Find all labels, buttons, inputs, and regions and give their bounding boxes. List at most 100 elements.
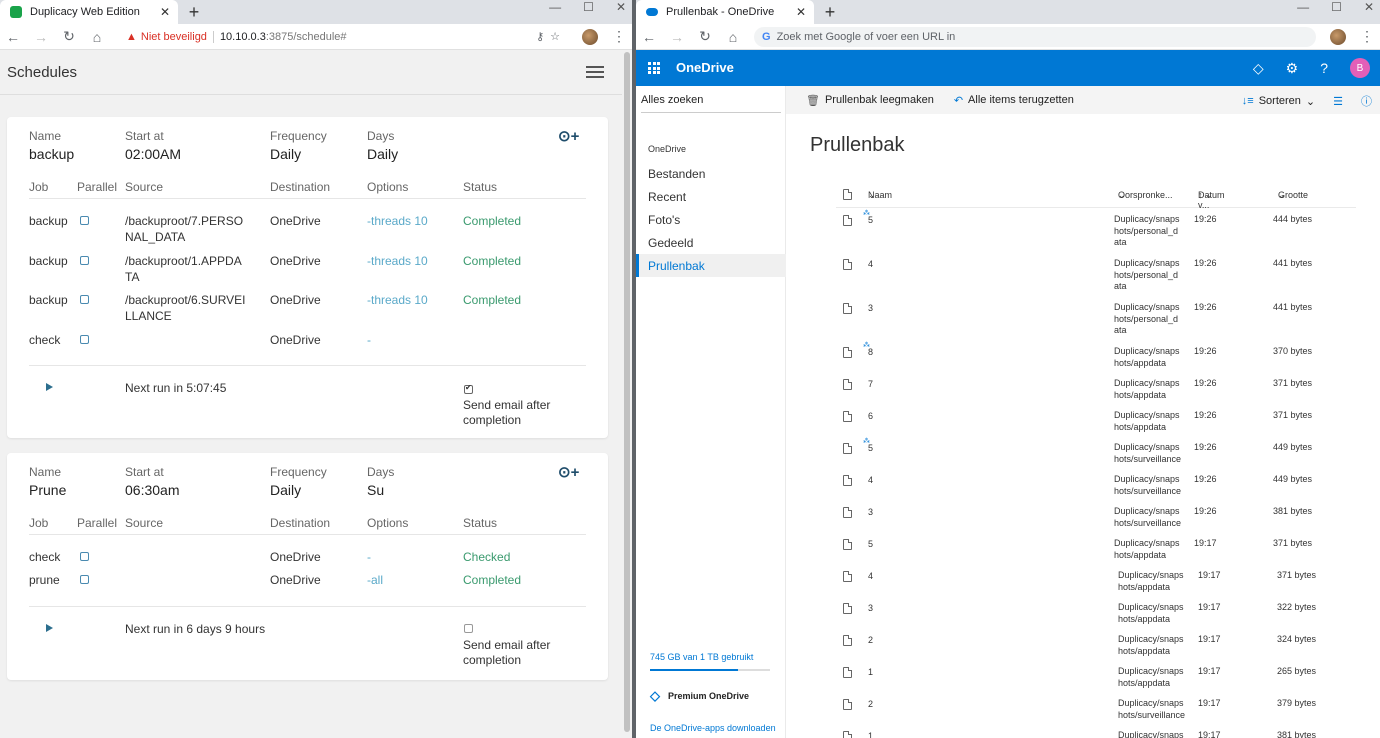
file-name[interactable]: 2	[868, 635, 873, 645]
menu-dots-icon[interactable]: ⋮	[612, 28, 626, 45]
app-launcher-icon[interactable]	[648, 62, 660, 74]
col-date[interactable]: Datum v... ↑ ⌄	[1198, 190, 1225, 210]
vertical-scrollbar[interactable]	[622, 50, 632, 738]
file-name[interactable]: 1	[868, 731, 873, 738]
file-name[interactable]: 5	[868, 443, 873, 453]
send-email-checkbox[interactable]	[464, 624, 473, 633]
star-icon[interactable]: ☆	[550, 30, 560, 43]
user-avatar[interactable]: B	[1350, 58, 1370, 78]
search-all-input[interactable]: Alles zoeken	[641, 94, 781, 113]
address-bar[interactable]: ▲ Niet beveiligd 10.10.0.3:3875/schedule#…	[118, 27, 568, 47]
options-link[interactable]: -threads 10	[367, 293, 428, 307]
gear-icon[interactable]: ⚙	[1286, 60, 1299, 77]
nav-item-prullenbak[interactable]: Prullenbak	[636, 254, 786, 277]
scrollbar-thumb[interactable]	[624, 52, 630, 732]
menu-dots-icon[interactable]: ⋮	[1360, 28, 1374, 45]
run-now-play-icon[interactable]	[46, 624, 53, 632]
tab-onedrive[interactable]: Prullenbak - OneDrive ✕	[636, 0, 814, 24]
file-name[interactable]: 5	[868, 215, 873, 225]
maximize-icon[interactable]: ☐	[1331, 0, 1342, 14]
file-name[interactable]: 3	[868, 603, 873, 613]
add-job-clock-icon[interactable]: ⊙+	[558, 463, 579, 481]
back-icon[interactable]: ←	[642, 29, 656, 45]
restore-all-button[interactable]: ↶ Alle items terugzetten	[954, 94, 1074, 107]
hamburger-menu-icon[interactable]	[586, 66, 604, 78]
add-job-clock-icon[interactable]: ⊙+	[558, 127, 579, 145]
key-icon[interactable]: ⚷	[536, 30, 544, 43]
home-icon[interactable]: ⌂	[90, 29, 104, 45]
parallel-checkbox[interactable]	[80, 295, 89, 304]
col-origin[interactable]: Oorspronke... ⌄	[1118, 190, 1173, 201]
parallel-checkbox[interactable]	[80, 575, 89, 584]
sort-button[interactable]: ↓≡ Sorteren ⌄	[1242, 95, 1315, 108]
back-icon[interactable]: ←	[6, 29, 20, 45]
table-row[interactable]: check OneDrive - Checked	[7, 550, 608, 568]
nav-item-gedeeld[interactable]: Gedeeld	[636, 231, 786, 254]
parallel-checkbox[interactable]	[80, 335, 89, 344]
table-row[interactable]: backup /backuproot/7.PERSO NAL_DATA OneD…	[7, 214, 608, 244]
download-apps-link[interactable]: De OneDrive-apps downloaden	[650, 723, 776, 733]
empty-recycle-bin-button[interactable]: 🗑 Prullenbak leegmaken	[806, 94, 934, 107]
reload-icon[interactable]: ↻	[698, 28, 712, 45]
options-link[interactable]: -all	[367, 573, 383, 587]
info-icon[interactable]: ⓘ	[1361, 93, 1372, 109]
profile-avatar[interactable]	[1330, 28, 1346, 45]
close-tab-icon[interactable]: ✕	[794, 5, 808, 19]
run-now-play-icon[interactable]	[46, 383, 53, 391]
close-window-icon[interactable]: ✕	[1364, 0, 1374, 14]
new-tab-icon[interactable]: +	[820, 2, 840, 23]
parallel-checkbox[interactable]	[80, 552, 89, 561]
close-tab-icon[interactable]: ✕	[158, 5, 172, 19]
reload-icon[interactable]: ↻	[62, 28, 76, 45]
file-name[interactable]: 5	[868, 539, 873, 549]
forward-icon[interactable]: →	[670, 29, 684, 45]
file-name[interactable]: 2	[868, 699, 873, 709]
table-row[interactable]: prune OneDrive -all Completed	[7, 573, 608, 591]
diamond-premium-icon[interactable]: ◇	[1253, 60, 1264, 77]
diamond-icon: ◇	[650, 688, 660, 703]
file-name[interactable]: 3	[868, 303, 873, 313]
file-name[interactable]: 8	[868, 347, 873, 357]
table-row[interactable]: backup /backuproot/6.SURVEI LLANCE OneDr…	[7, 293, 608, 323]
date-deleted: 19:26	[1194, 302, 1217, 312]
send-email-checkbox[interactable]	[464, 383, 473, 394]
parallel-checkbox[interactable]	[80, 216, 89, 225]
file-type-header-icon[interactable]	[843, 189, 852, 200]
tab-duplicacy[interactable]: Duplicacy Web Edition ✕	[0, 0, 178, 24]
nav-item-recent[interactable]: Recent	[636, 185, 786, 208]
security-warning[interactable]: ▲ Niet beveiligd	[126, 31, 207, 43]
maximize-icon[interactable]: ☐	[583, 0, 594, 14]
options-link[interactable]: -threads 10	[367, 254, 428, 268]
premium-onedrive-link[interactable]: ◇ Premium OneDrive	[650, 688, 749, 704]
file-name[interactable]: 1	[868, 667, 873, 677]
close-window-icon[interactable]: ✕	[616, 0, 626, 14]
profile-avatar[interactable]	[582, 28, 598, 45]
view-list-icon[interactable]: ☰	[1333, 95, 1343, 108]
new-tab-icon[interactable]: +	[184, 2, 204, 23]
minimize-icon[interactable]: —	[549, 0, 561, 14]
file-name[interactable]: 6	[868, 411, 873, 421]
original-location: Duplicacy/snaps hots/appdata	[1118, 666, 1184, 688]
table-row[interactable]: backup /backuproot/1.APPDA TA OneDrive -…	[7, 254, 608, 284]
options-link[interactable]: -	[367, 333, 371, 347]
onedrive-brand[interactable]: OneDrive	[676, 60, 734, 75]
address-bar[interactable]: G Zoek met Google of voer een URL in	[754, 26, 1316, 47]
minimize-icon[interactable]: —	[1297, 0, 1309, 14]
col-name[interactable]: Naam ⌄	[868, 190, 892, 201]
file-name[interactable]: 4	[868, 259, 873, 269]
file-name[interactable]: 3	[868, 507, 873, 517]
file-name[interactable]: 4	[868, 571, 873, 581]
options-link[interactable]: -threads 10	[367, 214, 428, 228]
storage-quota-text[interactable]: 745 GB van 1 TB gebruikt	[650, 652, 753, 662]
file-name[interactable]: 7	[868, 379, 873, 389]
help-icon[interactable]: ?	[1320, 60, 1328, 76]
file-name[interactable]: 4	[868, 475, 873, 485]
home-icon[interactable]: ⌂	[726, 29, 740, 45]
nav-item-fotos[interactable]: Foto's	[636, 208, 786, 231]
forward-icon[interactable]: →	[34, 29, 48, 45]
options-link[interactable]: -	[367, 550, 371, 564]
col-size[interactable]: Grootte ⌄	[1278, 190, 1308, 201]
table-row[interactable]: check OneDrive -	[7, 333, 608, 351]
nav-item-bestanden[interactable]: Bestanden	[636, 162, 786, 185]
parallel-checkbox[interactable]	[80, 256, 89, 265]
